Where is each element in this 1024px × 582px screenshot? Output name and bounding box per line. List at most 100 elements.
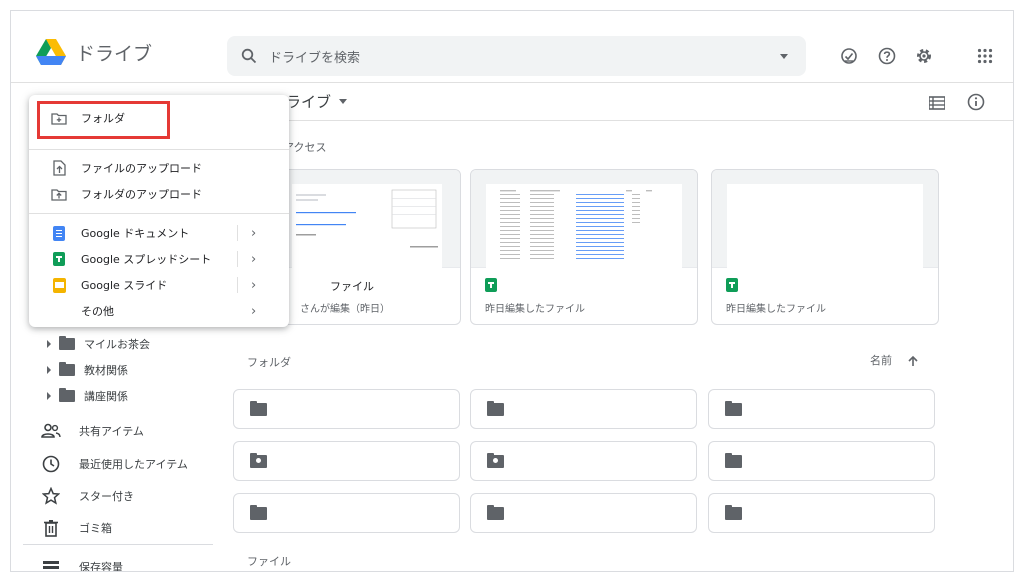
nav-item-trash[interactable]: ゴミ箱 — [41, 518, 112, 538]
folder-card[interactable] — [708, 493, 935, 533]
folder-card[interactable] — [233, 389, 460, 429]
help-icon[interactable] — [877, 46, 897, 66]
folder-card[interactable] — [233, 493, 460, 533]
nav-item-label: スター付き — [79, 490, 134, 503]
menu-item-folder-upload[interactable]: フォルダのアップロード — [29, 181, 289, 207]
folder-icon — [725, 400, 742, 416]
offline-status-icon[interactable] — [839, 46, 859, 66]
sort-arrow-up-icon[interactable] — [907, 352, 919, 371]
menu-item-label: Google スプレッドシート — [81, 253, 212, 266]
sheets-icon — [726, 278, 738, 292]
folder-card[interactable] — [470, 441, 697, 481]
folder-icon — [59, 388, 75, 402]
nav-tree-item[interactable]: マイルお茶会 — [47, 336, 150, 352]
chevron-right-icon[interactable]: › — [251, 252, 256, 267]
storage-icon — [41, 557, 61, 571]
nav-item-shared[interactable]: 共有アイテム — [41, 421, 144, 441]
folders-section-label: フォルダ — [247, 356, 291, 369]
search-input[interactable]: ドライブを検索 — [269, 47, 780, 66]
expand-arrow-icon[interactable] — [47, 392, 51, 400]
file-upload-icon — [51, 160, 67, 176]
nav-item-starred[interactable]: スター付き — [41, 486, 134, 506]
expand-arrow-icon[interactable] — [47, 340, 51, 348]
chevron-down-icon — [339, 99, 348, 104]
folder-icon — [487, 400, 504, 416]
list-view-icon[interactable] — [928, 95, 946, 114]
menu-item-google-sheets[interactable]: Google スプレッドシート › — [29, 246, 289, 272]
google-docs-icon — [51, 225, 67, 241]
sort-by-name-button[interactable]: 名前 — [870, 352, 892, 368]
quick-access-card[interactable]: 昨日編集したファイル — [711, 169, 939, 325]
folder-icon — [250, 400, 267, 416]
folder-card[interactable] — [233, 441, 460, 481]
folder-icon — [250, 504, 267, 520]
quick-access-label: アクセス — [283, 141, 327, 154]
shared-folder-icon — [487, 452, 504, 468]
info-icon[interactable] — [967, 93, 985, 115]
menu-item-google-slides[interactable]: Google スライド › — [29, 272, 289, 298]
folder-card[interactable] — [708, 389, 935, 429]
nav-tree-label: 教材関係 — [84, 364, 128, 377]
card-title — [726, 278, 738, 292]
menu-item-label: Google スライド — [81, 279, 168, 292]
search-options-icon[interactable] — [780, 53, 788, 59]
sheets-icon — [485, 278, 497, 292]
folder-icon — [725, 452, 742, 468]
new-item-menu: フォルダ ファイルのアップロード フォルダのアップロード Google ドキュメ… — [29, 95, 289, 327]
drive-logo-icon — [36, 39, 66, 65]
menu-item-more[interactable]: その他 › — [29, 298, 289, 324]
files-section-label: ファイル — [247, 555, 291, 568]
card-title — [485, 278, 497, 292]
trash-icon — [41, 518, 61, 538]
nav-tree-item[interactable]: 教材関係 — [47, 362, 128, 378]
settings-gear-icon[interactable] — [914, 46, 934, 66]
nav-tree-label: マイルお茶会 — [84, 338, 150, 351]
folder-icon — [725, 504, 742, 520]
menu-item-label: その他 — [81, 305, 114, 318]
nav-tree-item[interactable]: 講座関係 — [47, 388, 128, 404]
drive-window: ドライブ ドライブを検索 マイルお茶会 教材関係 講座関係 共有アイテム 最近使… — [10, 10, 1014, 572]
quick-access-card[interactable]: 昨日編集したファイル — [470, 169, 698, 325]
file-thumbnail — [712, 170, 938, 268]
menu-item-label: ファイルのアップロード — [81, 162, 202, 175]
menu-item-file-upload[interactable]: ファイルのアップロード — [29, 155, 289, 181]
main-header: ドライブ — [233, 83, 1013, 121]
drive-logo[interactable]: ドライブ — [36, 39, 152, 66]
chevron-right-icon[interactable]: › — [251, 304, 256, 319]
shared-folder-icon — [250, 452, 267, 468]
app-name: ドライブ — [76, 43, 153, 65]
google-slides-icon — [51, 277, 67, 293]
nav-divider — [23, 544, 213, 545]
menu-item-label: Google ドキュメント — [81, 227, 190, 240]
clock-icon — [41, 454, 61, 474]
apps-grid-icon[interactable] — [975, 46, 995, 66]
nav-item-recent[interactable]: 最近使用したアイテム — [41, 454, 188, 474]
menu-divider — [29, 213, 289, 214]
chevron-right-icon[interactable]: › — [251, 226, 256, 241]
nav-item-label: 共有アイテム — [79, 425, 144, 438]
star-icon — [41, 486, 61, 506]
file-thumbnail — [471, 170, 697, 268]
folder-card[interactable] — [470, 493, 697, 533]
search-icon — [241, 48, 257, 64]
nav-tree-label: 講座関係 — [84, 390, 128, 403]
menu-item-google-docs[interactable]: Google ドキュメント › — [29, 220, 289, 246]
nav-item-label: ゴミ箱 — [79, 522, 112, 535]
nav-item-storage[interactable]: 保存容量 — [41, 557, 123, 572]
menu-item-label: フォルダのアップロード — [81, 188, 202, 201]
google-sheets-icon — [51, 251, 67, 267]
folder-icon — [487, 504, 504, 520]
top-header: ドライブ ドライブを検索 — [11, 11, 1013, 83]
chevron-right-icon[interactable]: › — [251, 278, 256, 293]
folder-icon — [59, 362, 75, 376]
submenu-divider — [237, 277, 238, 293]
card-subtitle: 昨日編集したファイル — [485, 304, 585, 315]
submenu-divider — [237, 251, 238, 267]
search-bar[interactable]: ドライブを検索 — [227, 36, 806, 76]
highlight-box — [37, 101, 170, 139]
expand-arrow-icon[interactable] — [47, 366, 51, 374]
nav-item-label: 保存容量 — [79, 561, 123, 572]
people-icon — [41, 421, 61, 441]
folder-card[interactable] — [708, 441, 935, 481]
folder-card[interactable] — [470, 389, 697, 429]
